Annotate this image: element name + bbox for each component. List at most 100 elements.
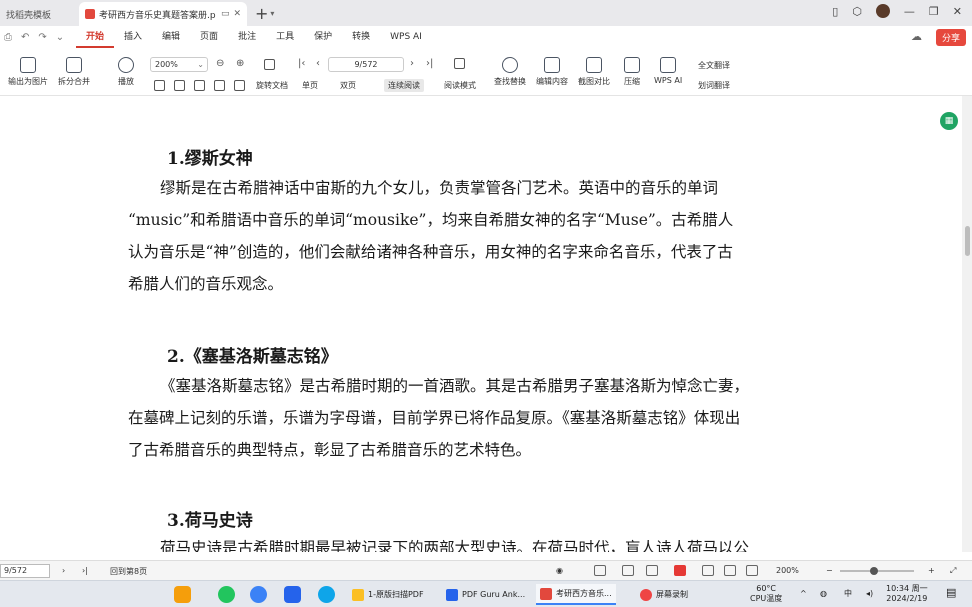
tab-template[interactable]: 找稻壳模板 (0, 2, 75, 26)
minimize-icon[interactable]: — (904, 5, 915, 18)
rotate-doc-button[interactable]: 旋转文档 (256, 80, 288, 91)
print-icon[interactable]: ⎙ (4, 32, 12, 43)
calendar-icon[interactable]: ▦ (940, 112, 958, 130)
fit-icon[interactable] (264, 59, 275, 70)
search-icon (502, 57, 518, 73)
fullscreen-icon[interactable] (746, 565, 758, 576)
expand-icon[interactable]: ⤢ (950, 566, 956, 576)
fit-width-icon[interactable] (702, 565, 714, 576)
status-page-input[interactable]: 9/572 (0, 564, 50, 578)
cpu-temperature[interactable]: 60°C CPU温度 (750, 584, 782, 604)
menu-annotate[interactable]: 批注 (228, 26, 266, 48)
sidebar-icon[interactable]: ▯ (832, 5, 838, 18)
next-page-icon[interactable]: › (62, 566, 65, 575)
monitor-icon[interactable]: ▭ (221, 9, 230, 19)
ribbon-toolbar: 输出为图片 拆分合并 播放 200% ⌄ ⊖ ⊕ |‹ ‹ 9/572 › ›|… (0, 48, 972, 96)
close-window-icon[interactable]: ✕ (953, 5, 962, 18)
bookmark-icon[interactable] (194, 80, 205, 91)
next-page-icon[interactable]: › (410, 58, 414, 69)
layout-single-icon[interactable] (594, 565, 606, 576)
restore-icon[interactable]: ❐ (929, 5, 939, 18)
cube-icon[interactable]: ⬡ (852, 5, 862, 18)
zoom-slider-knob[interactable] (870, 567, 878, 575)
share-button[interactable]: 分享 (935, 29, 966, 46)
tab-document[interactable]: 考研西方音乐史真题答案册.p ▭ ✕ (79, 2, 247, 26)
app-icon-edge[interactable] (250, 586, 267, 603)
new-tab-button[interactable]: + (255, 4, 268, 23)
taskbar-window[interactable]: 考研西方音乐... (536, 584, 616, 605)
volume-icon[interactable]: ◂) (866, 589, 873, 599)
zoom-in-icon[interactable]: ⊕ (236, 58, 244, 69)
layout-continuous-icon[interactable] (622, 565, 634, 576)
word-translate-button[interactable]: 划词翻译 (698, 80, 730, 91)
menu-tools[interactable]: 工具 (266, 26, 304, 48)
menu-wps-ai[interactable]: WPS AI (380, 26, 432, 48)
first-page-icon[interactable]: |‹ (298, 58, 305, 69)
menu-start[interactable]: 开始 (76, 26, 115, 48)
menu-insert[interactable]: 插入 (114, 26, 152, 48)
double-page-button[interactable]: 双页 (340, 80, 356, 91)
screenshot-compare-button[interactable]: 截图对比 (578, 57, 610, 87)
page-input[interactable]: 9/572 (328, 57, 404, 72)
avatar[interactable] (875, 4, 890, 18)
last-page-icon[interactable]: ›| (82, 566, 88, 575)
split-merge-button[interactable]: 拆分合并 (58, 57, 90, 87)
full-translate-button[interactable]: 全文翻译 (698, 60, 730, 71)
taskbar-window[interactable]: 1-原版扫描PDF (348, 584, 428, 605)
compress-button[interactable]: 压缩 (624, 57, 640, 87)
input-method-icon[interactable]: 中 (844, 589, 852, 599)
scrollbar-thumb[interactable] (965, 226, 970, 256)
app-icon-folder[interactable] (174, 586, 191, 603)
layout-double-icon[interactable] (646, 565, 658, 576)
last-page-icon[interactable]: ›| (426, 58, 433, 69)
section-heading: 3.荷马史诗 (167, 511, 253, 531)
app-icon-k[interactable] (318, 586, 335, 603)
close-icon[interactable]: ✕ (233, 9, 241, 19)
taskbar-window[interactable]: 屏幕录制 (636, 584, 692, 605)
undo-icon[interactable]: ↶ (21, 32, 29, 43)
zoom-slider[interactable] (840, 567, 914, 575)
zoom-out-icon[interactable]: ⊖ (216, 58, 224, 69)
vertical-scrollbar[interactable] (962, 96, 972, 552)
document-area[interactable]: 1.缪斯女神 缪斯是在古希腊神话中宙斯的九个女儿，负责掌管各门艺术。英语中的音乐… (0, 96, 972, 552)
taskbar-window[interactable]: PDF Guru Ank... (442, 584, 529, 605)
play-button[interactable]: 播放 (118, 57, 134, 87)
crop-icon[interactable] (174, 80, 185, 91)
copy-icon[interactable] (214, 80, 225, 91)
notification-icon[interactable]: ▤ (946, 587, 956, 598)
menu-page[interactable]: 页面 (190, 26, 228, 48)
menu-protect[interactable]: 保护 (304, 26, 342, 48)
eye-icon[interactable]: ◉ (556, 566, 563, 575)
zoom-in-icon[interactable]: + (928, 566, 935, 575)
export-image-button[interactable]: 输出为图片 (8, 57, 48, 87)
back-to-page-link[interactable]: 回到第8页 (110, 566, 147, 577)
chevron-down-icon[interactable]: ⌄ (56, 32, 64, 43)
menu-convert[interactable]: 转换 (342, 26, 380, 48)
zoom-level[interactable]: 200% (776, 566, 799, 575)
clock[interactable]: 10:34 周一 2024/2/19 (886, 584, 928, 604)
wps-ai-button[interactable]: WPS AI (654, 57, 682, 85)
zoom-select[interactable]: 200% ⌄ (150, 57, 208, 72)
menu-edit[interactable]: 编辑 (152, 26, 190, 48)
find-replace-button[interactable]: 查找替换 (494, 57, 526, 87)
redo-icon[interactable]: ↷ (38, 32, 46, 43)
rotate-icon[interactable] (234, 80, 245, 91)
cloud-icon[interactable]: ☁ (911, 30, 922, 43)
book-icon[interactable] (454, 58, 465, 69)
prev-page-icon[interactable]: ‹ (316, 58, 320, 69)
split-merge-label: 拆分合并 (58, 77, 90, 86)
continuous-read-button[interactable]: 连续阅读 (384, 79, 424, 92)
single-page-button[interactable]: 单页 (302, 80, 318, 91)
tab-bar: 找稻壳模板 考研西方音乐史真题答案册.p ▭ ✕ + ▾ ▯ ⬡ — ❐ ✕ (0, 0, 972, 26)
zoom-out-icon[interactable]: − (826, 566, 833, 575)
play-icon[interactable] (674, 565, 686, 576)
read-mode-button[interactable]: 阅读模式 (444, 80, 476, 91)
app-icon-shield[interactable] (284, 586, 301, 603)
edit-content-button[interactable]: 编辑内容 (536, 57, 568, 87)
chevron-up-icon[interactable]: ^ (800, 589, 807, 599)
app-icon-browser[interactable] (218, 586, 235, 603)
network-icon[interactable]: ◍ (820, 589, 827, 599)
fit-page-icon[interactable] (724, 565, 736, 576)
thumbnail-icon[interactable] (154, 80, 165, 91)
chevron-down-icon[interactable]: ▾ (270, 9, 274, 18)
